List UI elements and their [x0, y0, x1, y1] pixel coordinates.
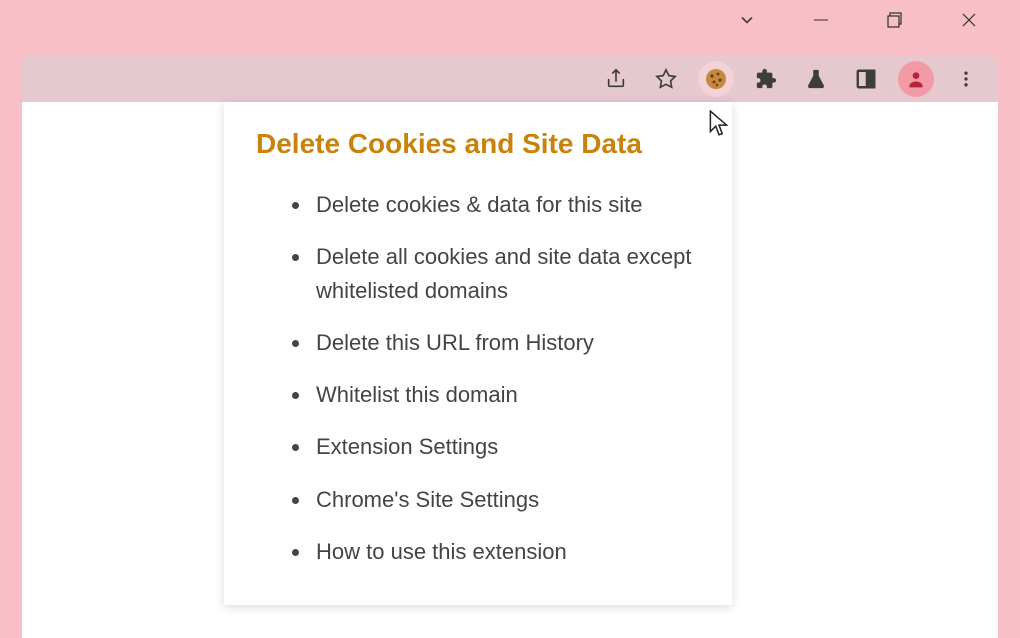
- popup-title: Delete Cookies and Site Data: [256, 128, 700, 160]
- maximize-button[interactable]: [872, 0, 918, 40]
- tab-dropdown-button[interactable]: [724, 0, 770, 40]
- window-controls: [696, 0, 1020, 40]
- popup-item-delete-url-history[interactable]: Delete this URL from History: [312, 326, 700, 360]
- close-button[interactable]: [946, 0, 992, 40]
- extension-popup: Delete Cookies and Site Data Delete cook…: [224, 102, 732, 605]
- puzzle-icon: [755, 68, 777, 90]
- menu-button[interactable]: [948, 61, 984, 97]
- popup-item-delete-this-site[interactable]: Delete cookies & data for this site: [312, 188, 700, 222]
- popup-item-extension-settings[interactable]: Extension Settings: [312, 430, 700, 464]
- popup-item-how-to-use[interactable]: How to use this extension: [312, 535, 700, 569]
- star-icon: [655, 68, 677, 90]
- close-icon: [961, 12, 977, 28]
- bookmark-button[interactable]: [648, 61, 684, 97]
- flask-icon: [805, 68, 827, 90]
- sidepanel-button[interactable]: [848, 61, 884, 97]
- minimize-icon: [813, 12, 829, 28]
- more-vertical-icon: [956, 69, 976, 89]
- cookie-icon: [704, 67, 728, 91]
- popup-item-chrome-site-settings[interactable]: Chrome's Site Settings: [312, 483, 700, 517]
- share-icon: [605, 68, 627, 90]
- labs-button[interactable]: [798, 61, 834, 97]
- popup-menu: Delete cookies & data for this site Dele…: [256, 188, 700, 569]
- browser-toolbar: [22, 56, 998, 102]
- profile-button[interactable]: [898, 61, 934, 97]
- chevron-down-icon: [737, 10, 757, 30]
- maximize-icon: [887, 12, 903, 28]
- popup-item-delete-all-except-whitelist[interactable]: Delete all cookies and site data except …: [312, 240, 700, 308]
- person-icon: [906, 69, 926, 89]
- sidepanel-icon: [855, 68, 877, 90]
- minimize-button[interactable]: [798, 0, 844, 40]
- share-button[interactable]: [598, 61, 634, 97]
- popup-item-whitelist-domain[interactable]: Whitelist this domain: [312, 378, 700, 412]
- cookie-extension-button[interactable]: [698, 61, 734, 97]
- extensions-button[interactable]: [748, 61, 784, 97]
